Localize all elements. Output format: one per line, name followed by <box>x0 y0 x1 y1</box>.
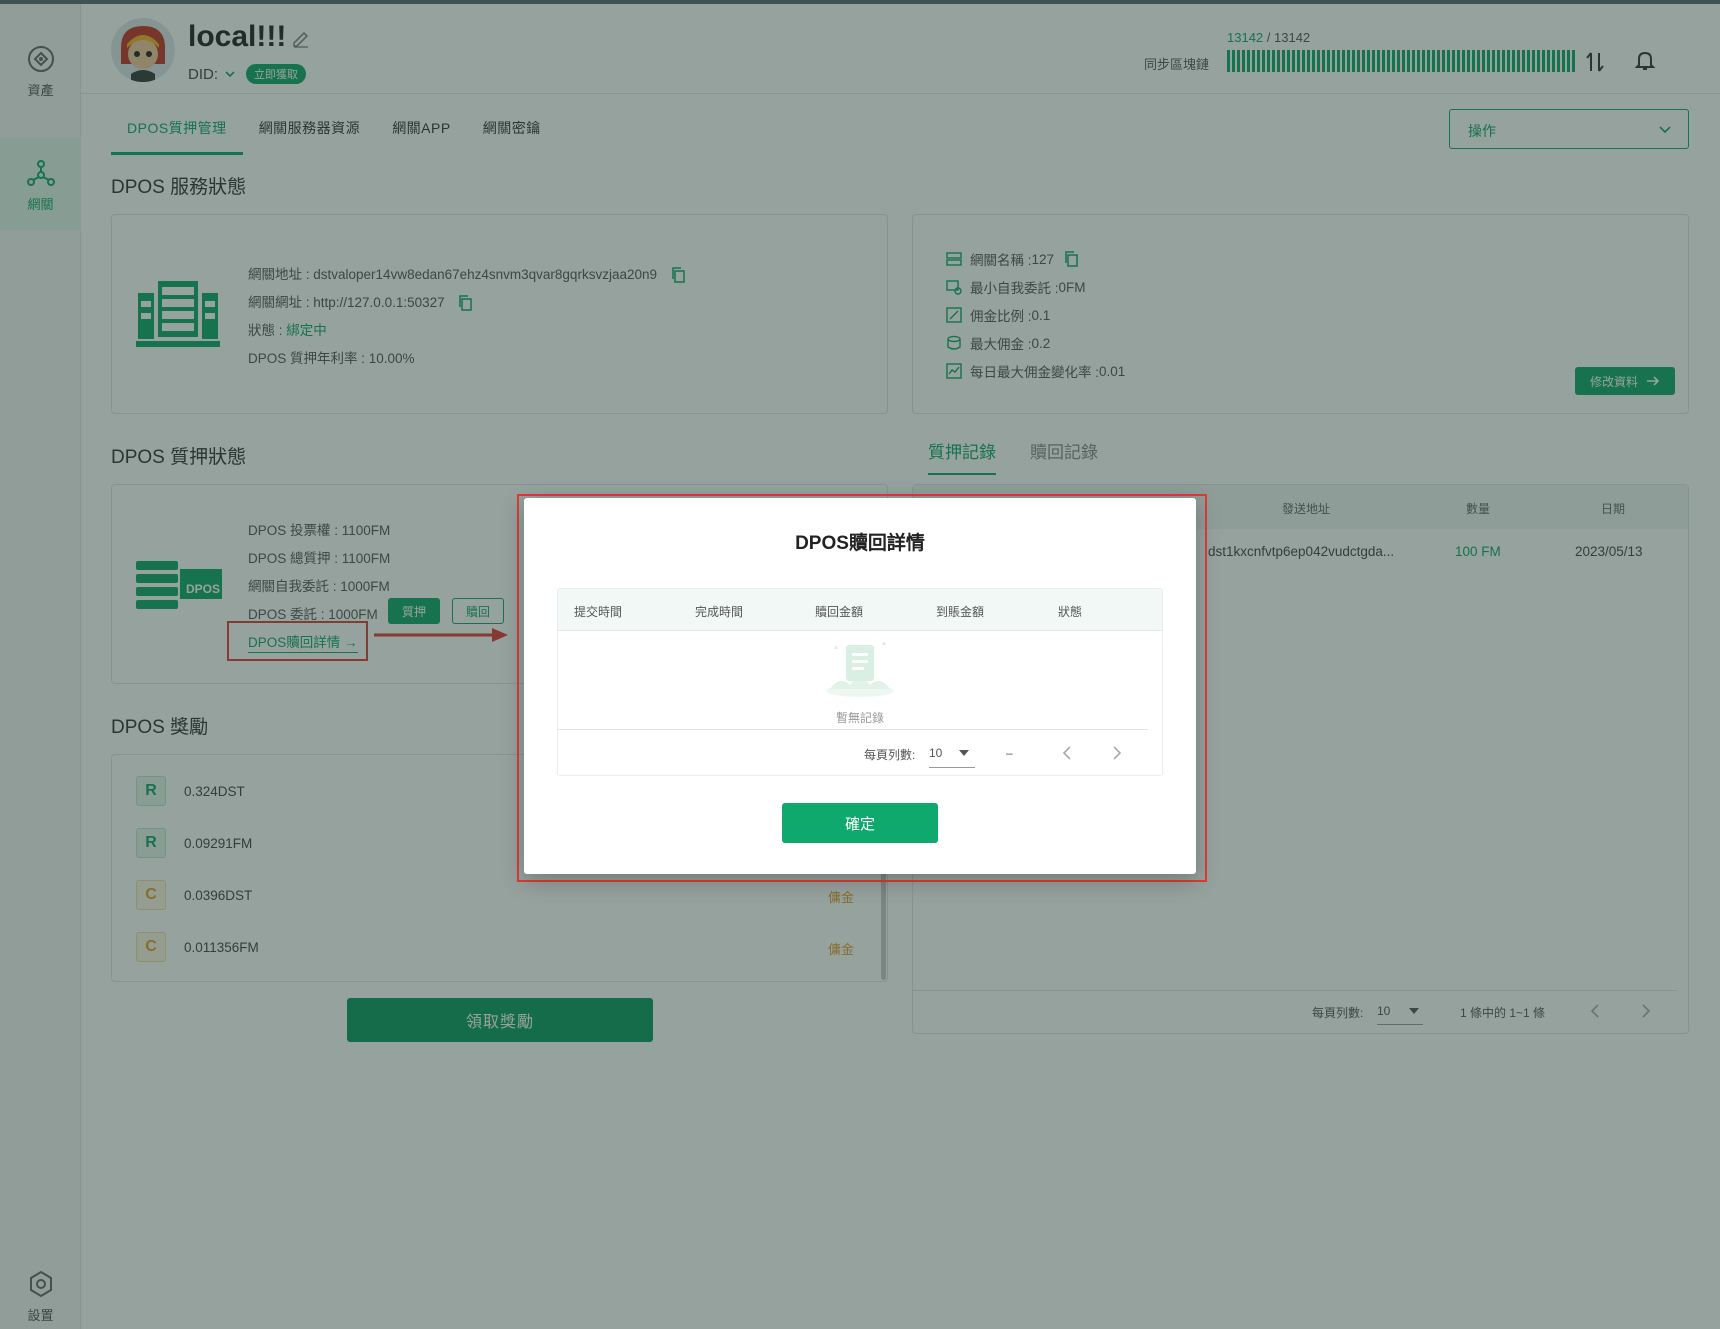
modal-table-header: 提交時間 完成時間 贖回金額 到賬金額 狀態 <box>558 589 1162 631</box>
empty-text: 暫無記錄 <box>835 711 884 725</box>
chevron-left-icon[interactable] <box>1061 746 1073 760</box>
per-page-select[interactable]: 10 <box>929 746 975 768</box>
modal-divider <box>558 729 1148 730</box>
chevron-right-icon[interactable] <box>1111 746 1123 760</box>
empty-document-icon <box>826 641 894 697</box>
redeem-detail-table: 提交時間 完成時間 贖回金額 到賬金額 狀態 暫無記錄 每頁列數: 10 – <box>557 588 1163 776</box>
caret-down-icon <box>959 750 969 756</box>
modal-title: DPOS贖回詳情 <box>795 533 925 554</box>
modal-pager: 每頁列數: 10 – <box>558 734 1162 774</box>
confirm-button[interactable]: 確定 <box>782 803 938 843</box>
page-range: – <box>1006 746 1013 760</box>
redeem-detail-modal: DPOS贖回詳情 提交時間 完成時間 贖回金額 到賬金額 狀態 暫無記錄 每頁列… <box>524 498 1196 874</box>
per-page-label: 每頁列數: <box>864 748 916 762</box>
